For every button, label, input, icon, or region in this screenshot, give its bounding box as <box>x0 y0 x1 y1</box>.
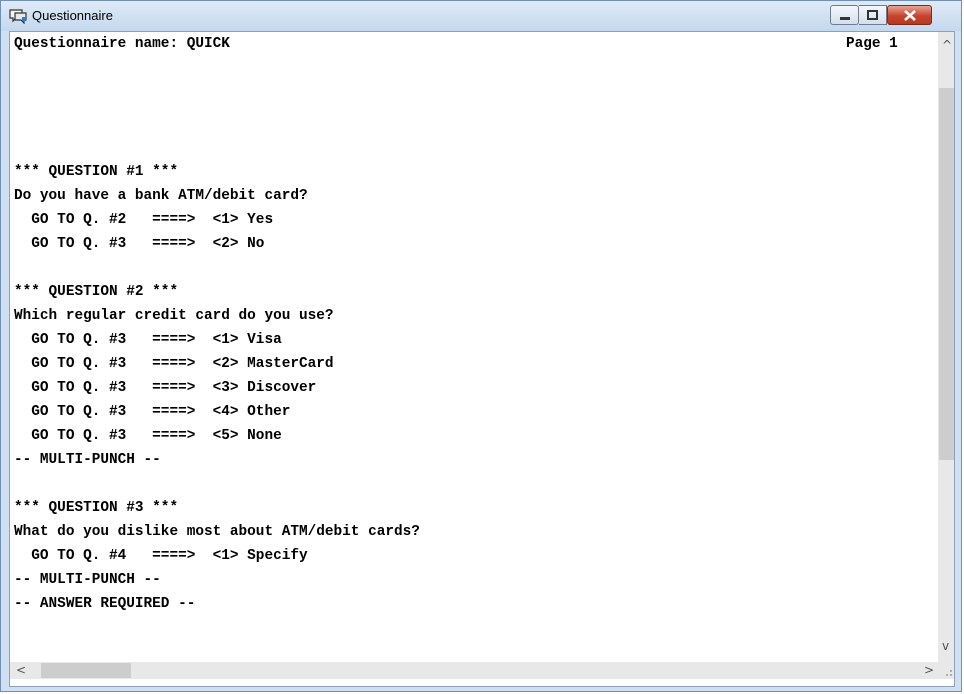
questionnaire-name: Questionnaire name: QUICK <box>14 36 230 52</box>
horizontal-scroll-thumb[interactable] <box>41 663 131 678</box>
question-flag: -- MULTI-PUNCH -- <box>14 572 161 588</box>
vertical-scroll-thumb[interactable] <box>939 88 954 460</box>
page-number: Page 1 <box>846 36 898 52</box>
answer-option: GO TO Q. #3 ====> <5> None <box>14 428 282 444</box>
scroll-down-arrow-icon[interactable]: v <box>942 639 949 653</box>
window-title: Questionnaire <box>32 8 113 23</box>
answer-option: GO TO Q. #3 ====> <1> Visa <box>14 332 282 348</box>
question-title: *** QUESTION #2 *** <box>14 284 179 300</box>
question-title: *** QUESTION #3 *** <box>14 500 179 516</box>
question-flag: -- MULTI-PUNCH -- <box>14 452 161 468</box>
question-text: Do you have a bank ATM/debit card? <box>14 188 308 204</box>
scroll-up-arrow-icon[interactable]: ^ <box>942 38 952 52</box>
title-bar[interactable]: Questionnaire <box>1 1 961 31</box>
close-button[interactable] <box>887 5 932 25</box>
answer-option: GO TO Q. #3 ====> <4> Other <box>14 404 291 420</box>
maximize-icon <box>867 10 878 20</box>
answer-option: GO TO Q. #3 ====> <2> MasterCard <box>14 356 334 372</box>
questionnaire-app-icon[interactable] <box>9 8 27 25</box>
close-icon <box>904 10 916 21</box>
question-text: Which regular credit card do you use? <box>14 308 334 324</box>
document-view[interactable]: Questionnaire name: QUICK Page 1 *** QUE… <box>9 31 955 687</box>
questionnaire-window: Questionnaire Questionnaire name: QUICK … <box>0 0 962 692</box>
minimize-icon <box>840 17 850 20</box>
answer-option: GO TO Q. #4 ====> <1> Specify <box>14 548 308 564</box>
horizontal-scrollbar[interactable]: < > <box>10 662 938 679</box>
vertical-scrollbar[interactable]: ^ v <box>938 32 954 662</box>
questionnaire-content: Questionnaire name: QUICK Page 1 *** QUE… <box>10 32 936 660</box>
resize-grip-icon[interactable] <box>938 662 954 679</box>
question-text: What do you dislike most about ATM/debit… <box>14 524 420 540</box>
scroll-left-arrow-icon[interactable]: < <box>16 663 26 677</box>
question-flag: -- ANSWER REQUIRED -- <box>14 596 196 612</box>
maximize-button[interactable] <box>859 5 887 25</box>
question-list: *** QUESTION #1 *** Do you have a bank AT… <box>14 162 420 618</box>
answer-option: GO TO Q. #2 ====> <1> Yes <box>14 212 274 228</box>
question-title: *** QUESTION #1 *** <box>14 164 179 180</box>
scroll-right-arrow-icon[interactable]: > <box>924 663 934 677</box>
minimize-button[interactable] <box>830 5 859 25</box>
answer-option: GO TO Q. #3 ====> <2> No <box>14 236 265 252</box>
answer-option: GO TO Q. #3 ====> <3> Discover <box>14 380 317 396</box>
